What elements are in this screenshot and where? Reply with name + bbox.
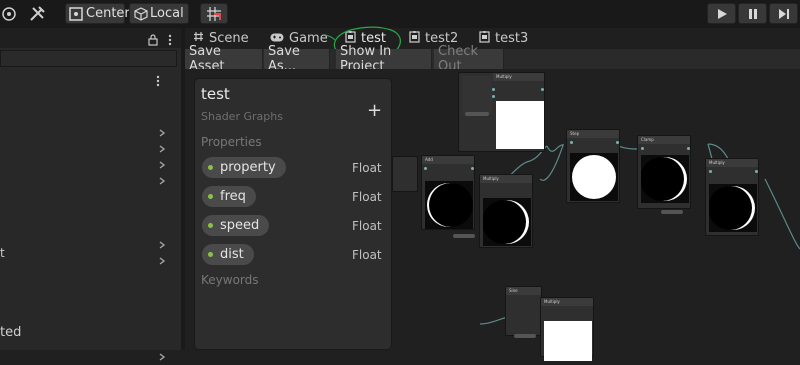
output-port[interactable] xyxy=(541,88,544,91)
pivot-mode-button[interactable]: Center xyxy=(65,3,130,24)
inline-value-field[interactable] xyxy=(465,112,489,116)
float-type-icon xyxy=(208,252,213,257)
blackboard-property[interactable]: property xyxy=(202,157,286,178)
float-type-icon xyxy=(208,165,213,170)
graph-node[interactable]: Multiply xyxy=(540,297,594,361)
node-preview xyxy=(425,181,473,229)
grid-snap-icon xyxy=(206,6,222,22)
expand-chevron-icon[interactable] xyxy=(158,346,166,361)
keywords-section-label: Keywords xyxy=(201,273,259,287)
graph-node[interactable] xyxy=(392,156,418,192)
hierarchy-search-input[interactable] xyxy=(0,50,177,67)
input-port[interactable] xyxy=(570,141,573,144)
expand-chevron-icon[interactable] xyxy=(158,138,166,153)
input-port[interactable] xyxy=(424,167,427,170)
pivot-mode-label: Center xyxy=(86,6,130,21)
property-name: freq xyxy=(220,189,246,204)
blackboard-property[interactable]: freq xyxy=(202,186,256,207)
input-port[interactable] xyxy=(709,170,712,173)
blackboard-title: test xyxy=(201,85,230,103)
hierarchy-panel xyxy=(0,28,181,350)
save-as-button[interactable]: Save As... xyxy=(264,44,330,74)
input-port[interactable] xyxy=(492,88,495,91)
node-title: Multiply xyxy=(706,159,758,167)
grid-snap-button[interactable] xyxy=(200,3,228,24)
node-title: Multiply xyxy=(480,175,532,183)
property-type: Float xyxy=(352,248,382,262)
output-port[interactable] xyxy=(755,170,758,173)
graph-node[interactable]: Add xyxy=(421,155,475,230)
add-property-button[interactable]: + xyxy=(367,101,382,121)
expand-chevron-icon[interactable] xyxy=(158,154,166,169)
transform-tool-icon[interactable] xyxy=(0,3,22,24)
property-type: Float xyxy=(352,219,382,233)
blackboard-property[interactable]: speed xyxy=(202,215,270,236)
cube-icon xyxy=(134,6,148,21)
expand-chevron-icon[interactable] xyxy=(158,122,166,137)
graph-node[interactable]: Sine xyxy=(505,286,542,336)
property-type: Float xyxy=(352,190,382,204)
output-port[interactable] xyxy=(687,147,690,150)
play-button[interactable] xyxy=(707,3,736,24)
step-button[interactable] xyxy=(769,3,798,24)
node-preview xyxy=(483,198,531,246)
pivot-rotation-label: Local xyxy=(150,6,184,21)
blackboard-property[interactable]: dist xyxy=(202,244,254,265)
property-name: dist xyxy=(220,247,244,262)
float-type-icon xyxy=(208,223,213,228)
inline-value-field[interactable] xyxy=(514,334,536,338)
input-port-list xyxy=(462,76,492,114)
node-preview xyxy=(496,101,544,149)
properties-section-label: Properties xyxy=(201,135,262,149)
node-title: Clamp xyxy=(638,136,690,144)
expand-chevron-icon[interactable] xyxy=(158,170,166,185)
node-preview xyxy=(641,155,689,203)
save-asset-button[interactable]: Save Asset xyxy=(185,44,263,74)
pause-button[interactable] xyxy=(738,3,767,24)
show-in-project-button[interactable]: Show In Project xyxy=(336,44,432,74)
float-type-icon xyxy=(208,194,213,199)
pause-icon xyxy=(747,8,759,20)
inline-value-field[interactable] xyxy=(453,234,475,238)
graph-node[interactable]: Multiply xyxy=(705,158,759,236)
output-port[interactable] xyxy=(616,141,619,144)
play-icon xyxy=(716,8,728,20)
node-preview xyxy=(544,321,592,361)
node-title: Add xyxy=(422,156,474,164)
property-type: Float xyxy=(352,161,382,175)
output-port[interactable] xyxy=(471,167,474,170)
graph-node[interactable]: Step xyxy=(566,129,620,203)
hierarchy-menu-icon[interactable] xyxy=(155,72,161,91)
node-title: Multiply xyxy=(541,298,593,306)
graph-node[interactable]: Multiply xyxy=(479,174,533,248)
custom-tools-icon[interactable] xyxy=(27,3,53,24)
property-name: property xyxy=(220,160,276,175)
input-port[interactable] xyxy=(492,95,495,98)
property-name: speed xyxy=(220,218,260,233)
hierarchy-item-label[interactable]: ted xyxy=(0,325,21,340)
lock-icon[interactable] xyxy=(148,31,158,50)
pivot-rotation-button[interactable]: Local xyxy=(129,3,189,24)
tab-label: test3 xyxy=(495,31,529,46)
input-port[interactable] xyxy=(641,147,644,150)
hierarchy-item-label[interactable]: t xyxy=(0,246,5,260)
pivot-center-icon xyxy=(69,6,83,21)
node-preview xyxy=(570,153,618,201)
node-title: Sine xyxy=(506,287,541,295)
blackboard-subtitle: Shader Graphs xyxy=(201,110,283,123)
node-title: Multiply xyxy=(493,73,544,81)
inline-value-field[interactable] xyxy=(661,210,683,214)
step-icon xyxy=(778,8,790,20)
expand-chevron-icon[interactable] xyxy=(158,234,166,249)
panel-menu-icon[interactable] xyxy=(165,31,175,50)
node-preview xyxy=(709,184,757,232)
graph-node[interactable]: Clamp xyxy=(637,135,691,209)
expand-chevron-icon[interactable] xyxy=(158,250,166,265)
check-out-button[interactable]: Check Out xyxy=(434,44,504,74)
node-title: Step xyxy=(567,130,619,138)
